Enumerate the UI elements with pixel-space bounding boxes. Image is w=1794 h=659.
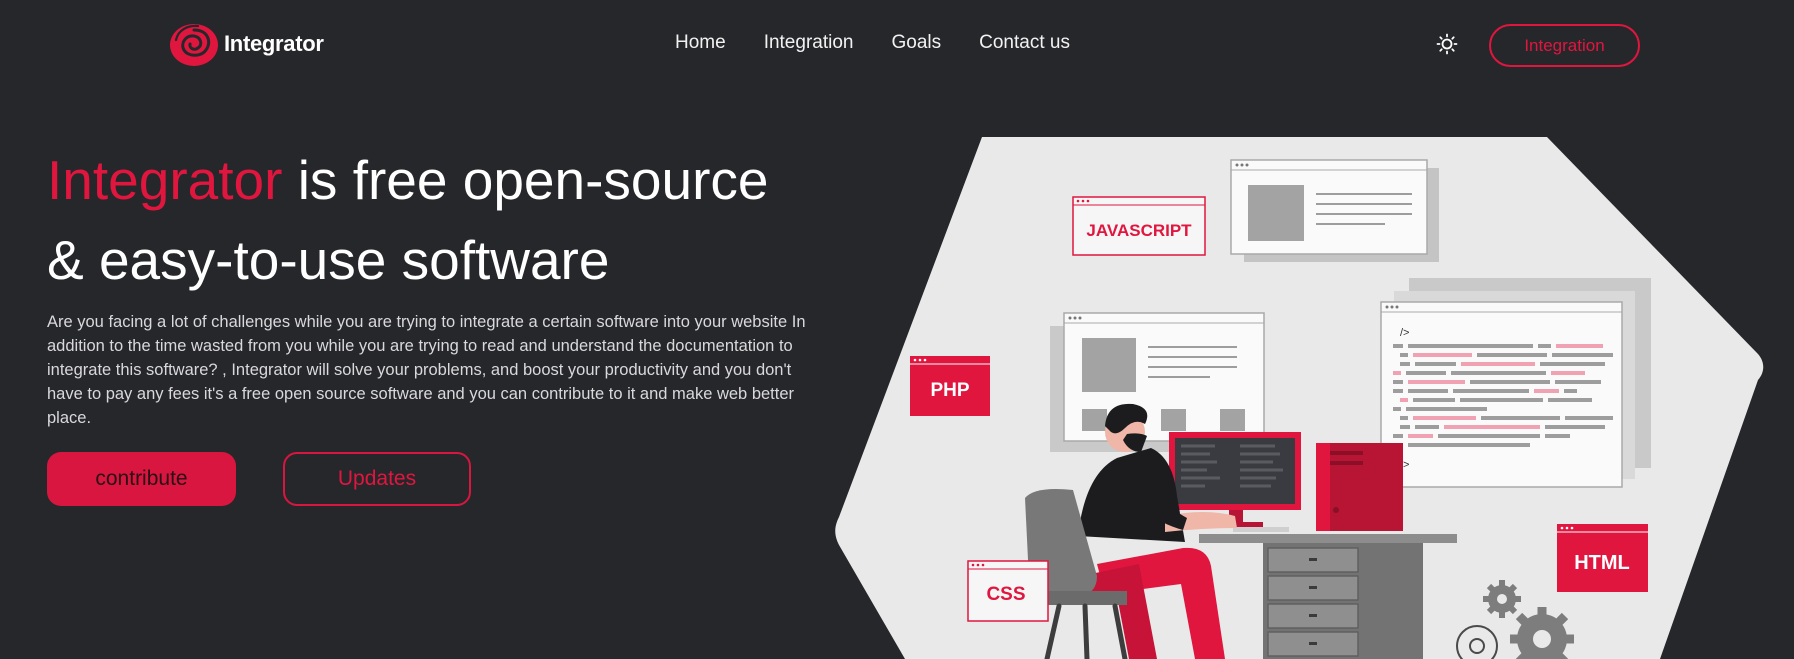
updates-button[interactable]: Updates: [283, 452, 471, 506]
theme-toggle[interactable]: [1436, 33, 1458, 55]
sun-icon: [1436, 33, 1458, 55]
php-tag: PHP: [930, 380, 969, 401]
nav-link-contact[interactable]: Contact us: [979, 32, 1070, 54]
css-tag: CSS: [986, 584, 1025, 605]
nav-link-goals[interactable]: Goals: [891, 32, 941, 54]
swirl-logo-icon: [170, 24, 218, 66]
hero-title-line2: & easy-to-use software: [47, 229, 610, 291]
hero-title-accent: Integrator: [47, 149, 283, 211]
nav-link-integration[interactable]: Integration: [764, 32, 854, 54]
hero-illustration: JAVASCRIPT PHP /> /> CSS HTML: [835, 136, 1765, 659]
javascript-tag: JAVASCRIPT: [1086, 221, 1192, 240]
developer-illustration: JAVASCRIPT PHP /> /> CSS HTML: [835, 137, 1764, 659]
navbar: Integrator Home Integration Goals Contac…: [0, 0, 1794, 92]
logo[interactable]: Integrator: [168, 20, 324, 68]
nav-links: Home Integration Goals Contact us: [675, 32, 1070, 54]
contribute-button[interactable]: contribute: [47, 452, 236, 506]
logo-text: Integrator: [224, 31, 324, 56]
code-open-tag: />: [1400, 327, 1409, 339]
nav-link-home[interactable]: Home: [675, 32, 726, 54]
integration-button[interactable]: Integration: [1489, 24, 1640, 67]
hero-title-line1: is free open-source: [282, 149, 769, 211]
html-tag: HTML: [1574, 552, 1630, 574]
hero-title: Integrator is free open-source & easy-to…: [47, 140, 847, 300]
hero-description: Are you facing a lot of challenges while…: [47, 313, 806, 427]
